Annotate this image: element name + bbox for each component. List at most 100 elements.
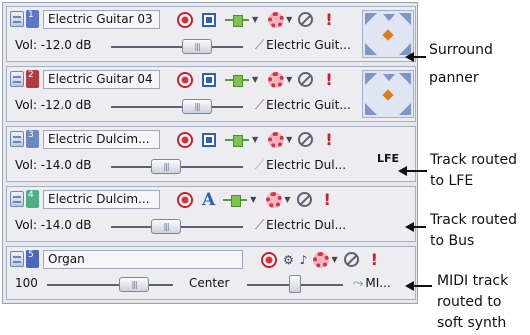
- record-arm-icon[interactable]: [177, 131, 193, 148]
- annotation-line: Track routed: [430, 212, 517, 228]
- track-number-1[interactable]: 1: [10, 10, 40, 29]
- output-routing[interactable]: ⟋ Electric Guit...: [255, 98, 351, 113]
- chevron-down-icon[interactable]: ▼: [286, 135, 292, 144]
- speaker-icon: [383, 14, 395, 21]
- annotation-line: Surround: [429, 42, 493, 58]
- output-routing[interactable]: ⟋ Electric Guit...: [255, 38, 351, 53]
- volume-slider-thumb[interactable]: [182, 99, 212, 114]
- annotation-arrowhead: [405, 281, 414, 291]
- output-icon: ⟋: [255, 38, 265, 53]
- output-icon: ⟋: [255, 158, 265, 173]
- track-number-badge: 5: [26, 250, 39, 268]
- solo-icon[interactable]: !: [325, 71, 332, 88]
- routing-icon[interactable]: [223, 193, 248, 207]
- fx-bypass-icon[interactable]: [202, 12, 216, 27]
- chevron-down-icon[interactable]: ▼: [331, 255, 337, 264]
- track-5[interactable]: 5 Organ ⚙ ♪ ▼ ! 100 Center ⤳MI...: [6, 246, 416, 300]
- volume-slider-thumb[interactable]: [119, 277, 149, 292]
- speaker-icon: [365, 13, 377, 25]
- pan-position-marker[interactable]: [382, 89, 394, 101]
- track-type-icon: [10, 131, 24, 147]
- volume-slider-track[interactable]: [111, 106, 243, 108]
- routing-icon[interactable]: [225, 133, 249, 147]
- output-routing[interactable]: ⟋ Electric Dul...: [255, 218, 346, 233]
- routing-icon[interactable]: [225, 73, 249, 87]
- gear-icon[interactable]: [313, 251, 330, 268]
- volume-slider-thumb[interactable]: [151, 159, 181, 174]
- midi-channel-icon[interactable]: ♪: [300, 253, 308, 267]
- pan-slider-thumb[interactable]: [289, 275, 301, 293]
- chevron-down-icon[interactable]: ▼: [250, 195, 256, 204]
- record-arm-icon[interactable]: [177, 11, 193, 28]
- mute-icon[interactable]: [298, 12, 314, 27]
- track-name-field[interactable]: Electric Dulcim...: [43, 190, 160, 209]
- mute-icon[interactable]: [296, 192, 312, 207]
- speaker-icon: [399, 73, 411, 85]
- annotation-surround-panner: Surround panner: [429, 40, 493, 89]
- output-routing[interactable]: ⟋ Electric Dul...: [255, 158, 346, 173]
- track-number-badge: 1: [26, 10, 39, 28]
- track-controls: ▼ ▼ !: [177, 70, 333, 89]
- record-arm-icon[interactable]: [261, 251, 277, 268]
- surround-panner[interactable]: [362, 10, 414, 58]
- volume-slider-track[interactable]: [111, 46, 243, 48]
- track-name-field[interactable]: Electric Dulcim...: [43, 130, 160, 149]
- chevron-down-icon[interactable]: ▼: [284, 195, 290, 204]
- track-type-icon: [10, 71, 24, 87]
- track-controls: ▼ ▼ !: [177, 10, 333, 29]
- solo-icon[interactable]: !: [325, 11, 332, 28]
- track-number-5[interactable]: 5: [10, 250, 40, 269]
- track-name-field[interactable]: Electric Guitar 04: [43, 70, 160, 89]
- solo-icon[interactable]: !: [324, 191, 331, 208]
- track-name-field[interactable]: Organ: [43, 250, 243, 269]
- surround-panner[interactable]: [362, 70, 414, 118]
- gear-icon[interactable]: [268, 131, 285, 148]
- automation-icon[interactable]: A: [202, 190, 215, 210]
- pan-position-marker[interactable]: [382, 29, 394, 41]
- output-icon: ⟋: [255, 98, 265, 113]
- gear-icon[interactable]: [268, 71, 285, 88]
- mute-icon[interactable]: [298, 132, 314, 147]
- track-type-icon: [10, 191, 24, 207]
- annotation-arrow: [412, 285, 432, 287]
- volume-label: Vol: -12.0 dB: [15, 98, 92, 112]
- annotation-arrow: [412, 226, 426, 228]
- track-1[interactable]: 1 Electric Guitar 03 ▼ ▼ ! Vol: -12.0 dB…: [6, 6, 416, 62]
- record-arm-icon[interactable]: [177, 71, 193, 88]
- speaker-icon: [399, 103, 411, 115]
- track-number-4[interactable]: 4: [10, 190, 40, 209]
- track-4[interactable]: 4 Electric Dulcim... A ▼ ▼ ! Vol: -14.0 …: [6, 186, 416, 242]
- lfe-indicator: LFE: [377, 152, 400, 165]
- output-label: Electric Guit...: [266, 38, 351, 52]
- fx-bypass-icon[interactable]: [202, 72, 216, 87]
- chevron-down-icon[interactable]: ▼: [252, 135, 258, 144]
- track-3[interactable]: 3 Electric Dulcim... ▼ ▼ ! Vol: -14.0 dB…: [6, 126, 416, 182]
- gear-icon[interactable]: [268, 11, 285, 28]
- track-number-3[interactable]: 3: [10, 130, 40, 149]
- midi-input-icon[interactable]: ⚙: [283, 253, 294, 267]
- speaker-icon: [399, 13, 411, 25]
- track-number-badge: 3: [26, 130, 39, 148]
- solo-icon[interactable]: !: [325, 131, 332, 148]
- chevron-down-icon[interactable]: ▼: [286, 75, 292, 84]
- record-arm-icon[interactable]: [177, 191, 193, 208]
- gear-icon[interactable]: [266, 191, 283, 208]
- volume-slider-thumb[interactable]: [151, 219, 181, 234]
- track-name-field[interactable]: Electric Guitar 03: [43, 10, 160, 29]
- volume-label: Vol: -14.0 dB: [15, 218, 92, 232]
- annotation-arrow: [405, 170, 427, 172]
- chevron-down-icon[interactable]: ▼: [252, 15, 258, 24]
- output-routing[interactable]: ⤳ MI...: [353, 276, 391, 291]
- fx-bypass-icon[interactable]: [202, 132, 216, 147]
- track-2[interactable]: 2 Electric Guitar 04 ▼ ▼ ! Vol: -12.0 dB…: [6, 66, 416, 122]
- mute-icon[interactable]: [343, 252, 359, 267]
- track-number-2[interactable]: 2: [10, 70, 40, 89]
- volume-slider-thumb[interactable]: [182, 39, 212, 54]
- mute-icon[interactable]: [298, 72, 314, 87]
- volume-slider-track[interactable]: [47, 284, 173, 286]
- chevron-down-icon[interactable]: ▼: [286, 15, 292, 24]
- chevron-down-icon[interactable]: ▼: [252, 75, 258, 84]
- routing-icon[interactable]: [225, 13, 249, 27]
- solo-icon[interactable]: !: [371, 251, 378, 268]
- volume-label: Vol: -12.0 dB: [15, 38, 92, 52]
